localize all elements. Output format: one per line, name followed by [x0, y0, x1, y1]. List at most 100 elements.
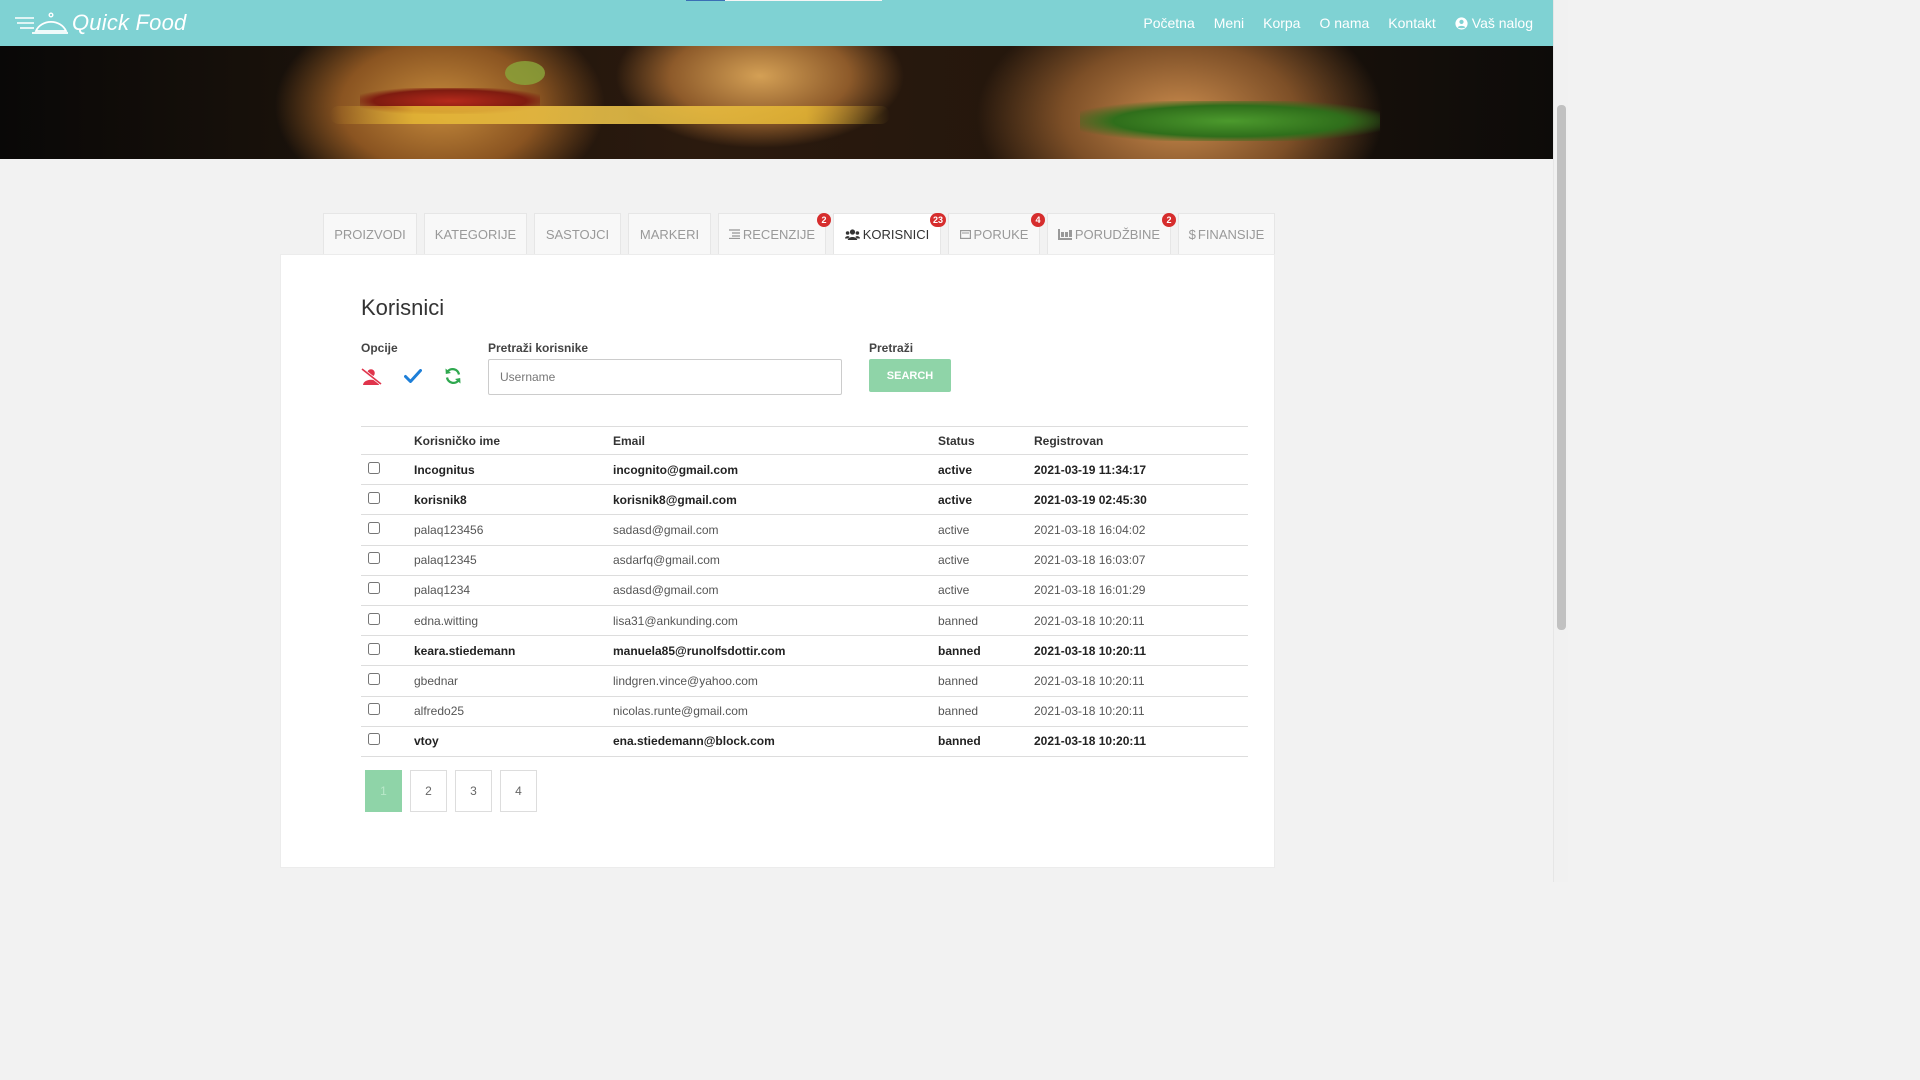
column-header-registered: Registrovan [1034, 426, 1248, 455]
row-checkbox[interactable] [368, 672, 380, 685]
nav-link-pocetna[interactable]: Početna [1143, 15, 1194, 31]
nav-link-kontakt[interactable]: Kontakt [1388, 15, 1435, 31]
status-cell: active [938, 484, 1034, 516]
tab-kategorije[interactable]: KATEGORIJE [424, 213, 527, 254]
nav-links: Početna Meni Korpa O nama Kontakt Vaš na… [1124, 0, 1533, 46]
table-row[interactable]: palaq1234 asdasd@gmail.com active 2021-03-1… [361, 575, 1248, 606]
row-checkbox[interactable] [368, 582, 380, 595]
email-cell: incognito@gmail.com [613, 454, 938, 486]
row-select-cell [361, 545, 414, 576]
tab-label: FINANSIJE [1197, 226, 1265, 242]
tab-porudzbine[interactable]: PORUDŽBINE 2 [1047, 213, 1176, 254]
tab-sastojci[interactable]: SASTOJCI [534, 213, 621, 254]
email-cell: ena.stiedemann@block.com [613, 726, 938, 757]
row-select-cell [361, 696, 414, 727]
row-checkbox[interactable] [368, 612, 380, 625]
pagination: 1234 [365, 770, 545, 812]
registered-cell: 2021-03-18 16:01:29 [1034, 575, 1248, 606]
row-checkbox[interactable] [368, 461, 380, 474]
row-checkbox[interactable] [368, 733, 380, 746]
table-header-row: Korisničko ime Email Status Registrovan [361, 426, 1248, 455]
row-select-cell [361, 575, 414, 606]
table-row[interactable]: palaq123456 sadasd@gmail.com active 2021-03… [361, 514, 1248, 546]
status-cell: active [938, 514, 1034, 546]
username-cell: palaq123456 [414, 514, 613, 546]
registered-cell: 2021-03-19 11:34:17 [1034, 454, 1248, 486]
table-row[interactable]: gbednar lindgren.vince@yahoo.com banned 202… [361, 665, 1248, 697]
row-select-cell [361, 484, 414, 516]
registered-cell: 2021-03-18 16:03:07 [1034, 545, 1248, 576]
hero-burger-image [0, 46, 1553, 159]
table-row[interactable]: keara.stiedemann manuela85@runolfsdottir.… [361, 635, 1248, 667]
status-cell: banned [938, 605, 1034, 637]
nav-link-account-label: Vaš nalog [1471, 15, 1533, 31]
row-checkbox[interactable] [368, 703, 380, 716]
nav-link-korpa[interactable]: Korpa [1263, 15, 1300, 31]
search-input[interactable] [488, 359, 842, 395]
row-checkbox[interactable] [368, 642, 380, 655]
envelope-icon [959, 229, 971, 239]
tab-label: PORUDŽBINE [1074, 226, 1161, 242]
users-table: Korisničko ime Email Status Registrovan … [361, 426, 1248, 757]
user-circle-icon [1455, 16, 1468, 30]
page-scrollbar[interactable] [1553, 0, 1568, 882]
registered-cell: 2021-03-19 02:45:30 [1034, 484, 1248, 516]
nav-link-o-nama[interactable]: O nama [1319, 15, 1369, 31]
status-cell: banned [938, 696, 1034, 727]
table-row[interactable]: korisnik8 korisnik8@gmail.com active 2021-0… [361, 484, 1248, 516]
registered-cell: 2021-03-18 16:04:02 [1034, 514, 1248, 546]
admin-tabs: PROIZVODI KATEGORIJE SASTOJCI MARKERI RE… [323, 213, 1282, 255]
table-row[interactable]: vtoy ena.stiedemann@block.com banned 2021-0… [361, 726, 1248, 757]
username-cell: Incognitus [414, 454, 613, 486]
username-cell: gbednar [414, 665, 613, 697]
table-row[interactable]: alfredo25 nicolas.runte@gmail.com banned 20… [361, 696, 1248, 727]
table-row[interactable]: palaq12345 asdarfq@gmail.com active 2021-03… [361, 545, 1248, 576]
users-icon [844, 229, 860, 240]
brand[interactable]: Quick Food [14, 9, 187, 37]
tab-markeri[interactable]: MARKERI [628, 213, 711, 254]
notification-badge: 4 [1031, 213, 1045, 227]
status-cell: banned [938, 635, 1034, 667]
table-row[interactable]: edna.witting lisa31@ankunding.com banned 20… [361, 605, 1248, 637]
nav-link-account[interactable]: Vaš nalog [1455, 15, 1533, 31]
tab-poruke[interactable]: PORUKE 4 [948, 213, 1045, 254]
tab-recenzije[interactable]: RECENZIJE 2 [718, 213, 831, 254]
username-cell: edna.witting [414, 605, 613, 637]
tab-finansije[interactable]: $ FINANSIJE [1178, 213, 1275, 254]
page-button-1[interactable]: 1 [365, 770, 402, 812]
row-checkbox[interactable] [368, 521, 380, 534]
status-cell: banned [938, 665, 1034, 697]
email-cell: lisa31@ankunding.com [613, 605, 938, 637]
tab-label: PROIZVODI [334, 226, 406, 242]
row-select-cell [361, 454, 414, 486]
checkmark-icon[interactable] [404, 369, 422, 383]
row-select-cell [361, 514, 414, 546]
page-title: Korisnici [361, 295, 445, 320]
tab-proizvodi[interactable]: PROIZVODI [323, 213, 417, 254]
tab-label: SASTOJCI [545, 226, 610, 242]
status-cell: active [938, 545, 1034, 576]
tab-korisnici[interactable]: KORISNICI 23 [833, 213, 946, 255]
username-cell: korisnik8 [414, 484, 613, 516]
row-checkbox[interactable] [368, 491, 380, 504]
truck-icon [1057, 228, 1072, 240]
scrollbar-thumb[interactable] [1557, 105, 1566, 630]
search-button[interactable]: SEARCH [869, 359, 951, 392]
ban-user-icon[interactable] [361, 368, 382, 385]
page-button-3[interactable]: 3 [455, 770, 492, 812]
table-row[interactable]: Incognitus incognito@gmail.com active 2021-… [361, 454, 1248, 486]
refresh-icon[interactable] [444, 367, 462, 385]
page-button-4[interactable]: 4 [500, 770, 537, 812]
tab-label: KATEGORIJE [434, 226, 517, 242]
username-cell: palaq1234 [414, 575, 613, 606]
registered-cell: 2021-03-18 10:20:11 [1034, 635, 1248, 667]
row-checkbox[interactable] [368, 552, 380, 565]
food-cloche-icon [15, 12, 68, 34]
notification-badge: 2 [817, 213, 831, 227]
page-button-2[interactable]: 2 [410, 770, 447, 812]
email-cell: korisnik8@gmail.com [613, 484, 938, 516]
nav-link-meni[interactable]: Meni [1214, 15, 1244, 31]
options-label: Opcije [361, 341, 398, 355]
username-cell: alfredo25 [414, 696, 613, 727]
search-button-label: Pretraži [869, 341, 914, 355]
